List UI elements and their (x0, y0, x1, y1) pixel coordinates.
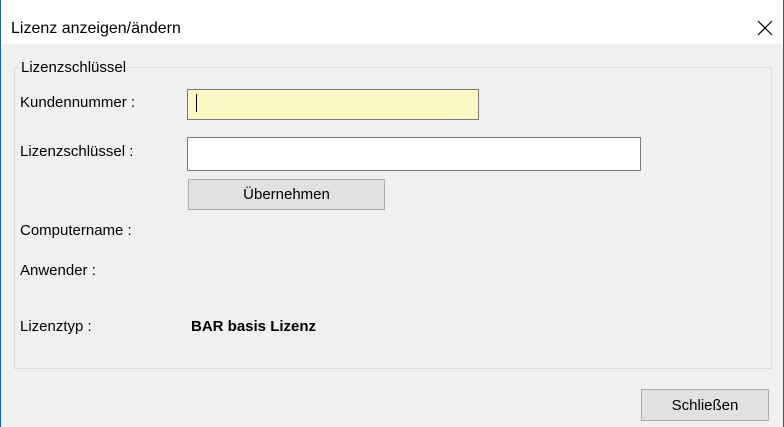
kundennummer-input[interactable] (187, 89, 479, 120)
lizenztyp-label: Lizenztyp : (20, 318, 92, 335)
lizenzschluessel-input[interactable] (187, 137, 641, 171)
close-window-button[interactable] (747, 12, 783, 44)
uebernehmen-button[interactable]: Übernehmen (188, 179, 385, 210)
lizenztyp-value: BAR basis Lizenz (191, 318, 317, 335)
close-button-label: Schließen (671, 396, 739, 414)
computername-label: Computername : (20, 222, 132, 239)
close-icon (757, 20, 773, 36)
license-dialog: Lizenz anzeigen/ändern Lizenzschlüssel K… (0, 0, 784, 427)
close-button[interactable]: Schließen (641, 389, 769, 421)
kundennummer-label: Kundennummer : (20, 94, 136, 111)
window-title: Lizenz anzeigen/ändern (11, 20, 181, 37)
uebernehmen-button-label: Übernehmen (243, 186, 330, 203)
anwender-label: Anwender : (20, 262, 96, 279)
lizenzschluessel-label: Lizenzschlüssel : (20, 143, 134, 160)
text-caret (196, 94, 197, 112)
title-bar: Lizenz anzeigen/ändern (1, 0, 783, 44)
groupbox-legend: Lizenzschlüssel (18, 59, 130, 76)
